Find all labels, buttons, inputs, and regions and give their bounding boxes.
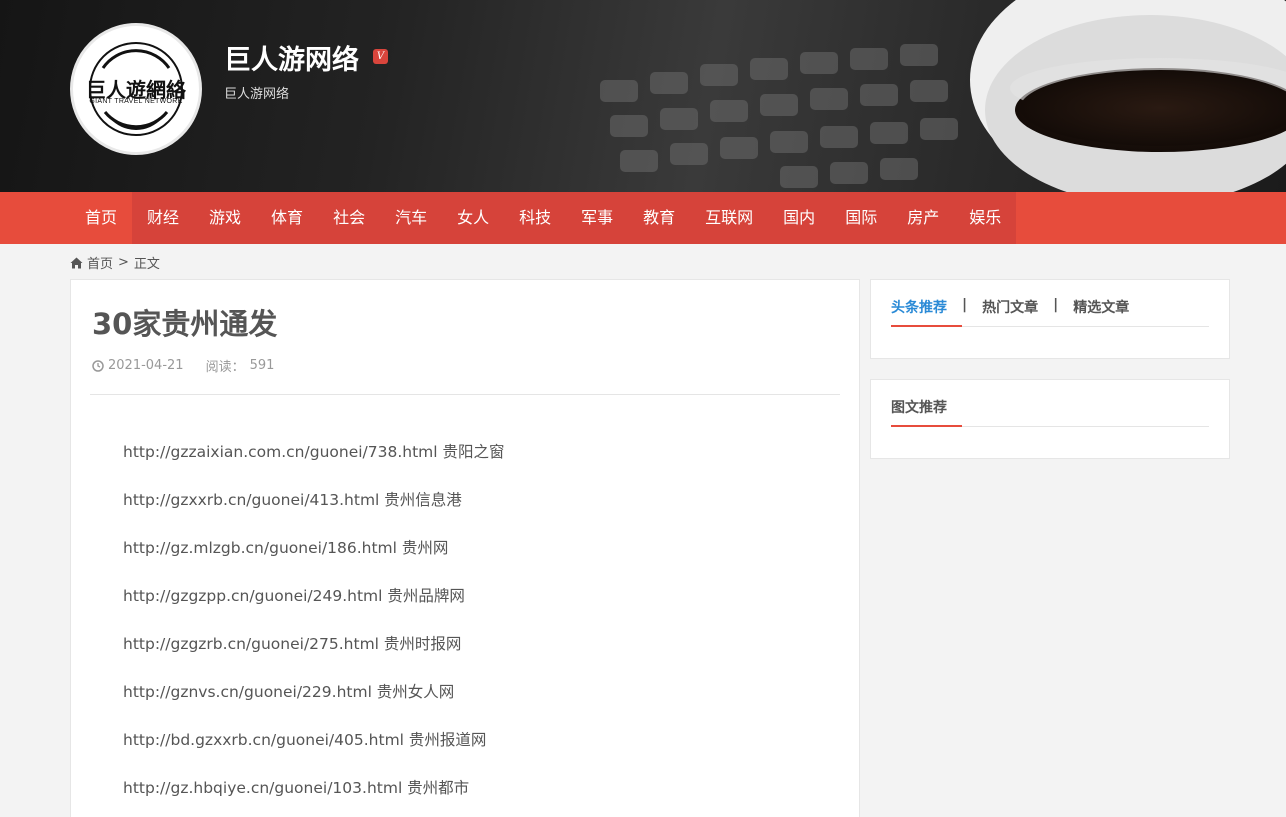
content-line: http://gzxxrb.cn/guonei/413.html 贵州信息港 bbox=[123, 491, 462, 509]
nav-items: 首页 财经 游戏 体育 社会 汽车 女人 科技 军事 教育 互联网 国内 国际 … bbox=[70, 192, 1017, 244]
header-banner: 巨人遊網絡 GIANT TRAVEL NETWORK 巨人游网络 V 巨人游网络 bbox=[0, 0, 1286, 192]
article-title: 30家贵州通发 bbox=[92, 307, 278, 341]
breadcrumb: 首页 > 正文 bbox=[70, 253, 160, 272]
nav-item-military[interactable]: 军事 bbox=[566, 192, 628, 244]
tab-headlines[interactable]: 头条推荐 bbox=[891, 297, 947, 317]
article-card: 30家贵州通发 2021-04-21 阅读： 591 http://gzzaix… bbox=[70, 279, 860, 817]
home-icon bbox=[70, 257, 83, 268]
clock-icon bbox=[92, 359, 104, 372]
tab-hot-articles[interactable]: 热门文章 bbox=[982, 297, 1038, 317]
nav-item-tech[interactable]: 科技 bbox=[504, 192, 566, 244]
nav-item-women[interactable]: 女人 bbox=[442, 192, 504, 244]
site-subtitle: 巨人游网络 bbox=[224, 87, 290, 102]
content-line: http://gzgzpp.cn/guonei/249.html 贵州品牌网 bbox=[123, 587, 465, 605]
views-count: 591 bbox=[249, 358, 275, 373]
nav-item-real-estate[interactable]: 房产 bbox=[892, 192, 954, 244]
article-date: 2021-04-21 bbox=[108, 358, 184, 373]
site-title[interactable]: 巨人游网络 bbox=[224, 38, 359, 77]
verified-badge: V bbox=[373, 49, 388, 64]
sidebar-tabs-widget: 头条推荐 | 热门文章 | 精选文章 bbox=[870, 279, 1230, 359]
content-line: http://gznvs.cn/guonei/229.html 贵州女人网 bbox=[123, 683, 455, 701]
main-nav: 首页 财经 游戏 体育 社会 汽车 女人 科技 军事 教育 互联网 国内 国际 … bbox=[0, 192, 1286, 244]
content-line: http://bd.gzxxrb.cn/guonei/405.html 贵州报道… bbox=[123, 731, 487, 749]
nav-item-domestic[interactable]: 国内 bbox=[768, 192, 830, 244]
content-line: http://gzgzrb.cn/guonei/275.html 贵州时报网 bbox=[123, 635, 462, 653]
content-line: http://gz.mlzgb.cn/guonei/186.html 贵州网 bbox=[123, 539, 449, 557]
content-line: http://gz.hbqiye.cn/guonei/103.html 贵州都市 bbox=[123, 779, 470, 797]
tab-separator: | bbox=[1053, 297, 1059, 313]
active-tab-underline bbox=[891, 325, 962, 327]
breadcrumb-home-link[interactable]: 首页 bbox=[87, 253, 113, 272]
widget-title-underline bbox=[891, 425, 962, 427]
article-content: http://gzzaixian.com.cn/guonei/738.html … bbox=[123, 440, 505, 817]
nav-item-entertainment[interactable]: 娱乐 bbox=[954, 192, 1016, 244]
breadcrumb-separator: > bbox=[118, 255, 129, 270]
nav-item-society[interactable]: 社会 bbox=[318, 192, 380, 244]
article-meta: 2021-04-21 阅读： 591 bbox=[92, 356, 274, 375]
title-divider bbox=[90, 394, 840, 395]
nav-item-home[interactable]: 首页 bbox=[70, 192, 133, 244]
nav-item-auto[interactable]: 汽车 bbox=[380, 192, 442, 244]
content-line: http://gzzaixian.com.cn/guonei/738.html … bbox=[123, 443, 505, 461]
site-logo[interactable]: 巨人遊網絡 GIANT TRAVEL NETWORK bbox=[70, 23, 202, 155]
widget-title: 图文推荐 bbox=[891, 400, 947, 416]
tab-featured-articles[interactable]: 精选文章 bbox=[1073, 297, 1129, 317]
nav-item-games[interactable]: 游戏 bbox=[194, 192, 256, 244]
nav-item-internet[interactable]: 互联网 bbox=[690, 192, 768, 244]
views-label: 阅读： bbox=[205, 360, 245, 375]
sidebar-tabs: 头条推荐 | 热门文章 | 精选文章 bbox=[891, 297, 1129, 317]
nav-item-international[interactable]: 国际 bbox=[830, 192, 892, 244]
logo-subtext: GIANT TRAVEL NETWORK bbox=[89, 98, 183, 105]
tab-separator: | bbox=[962, 297, 968, 313]
nav-item-education[interactable]: 教育 bbox=[628, 192, 690, 244]
nav-item-sports[interactable]: 体育 bbox=[256, 192, 318, 244]
breadcrumb-current: 正文 bbox=[133, 257, 160, 272]
sidebar-image-widget: 图文推荐 bbox=[870, 379, 1230, 459]
nav-item-finance[interactable]: 财经 bbox=[132, 192, 194, 244]
